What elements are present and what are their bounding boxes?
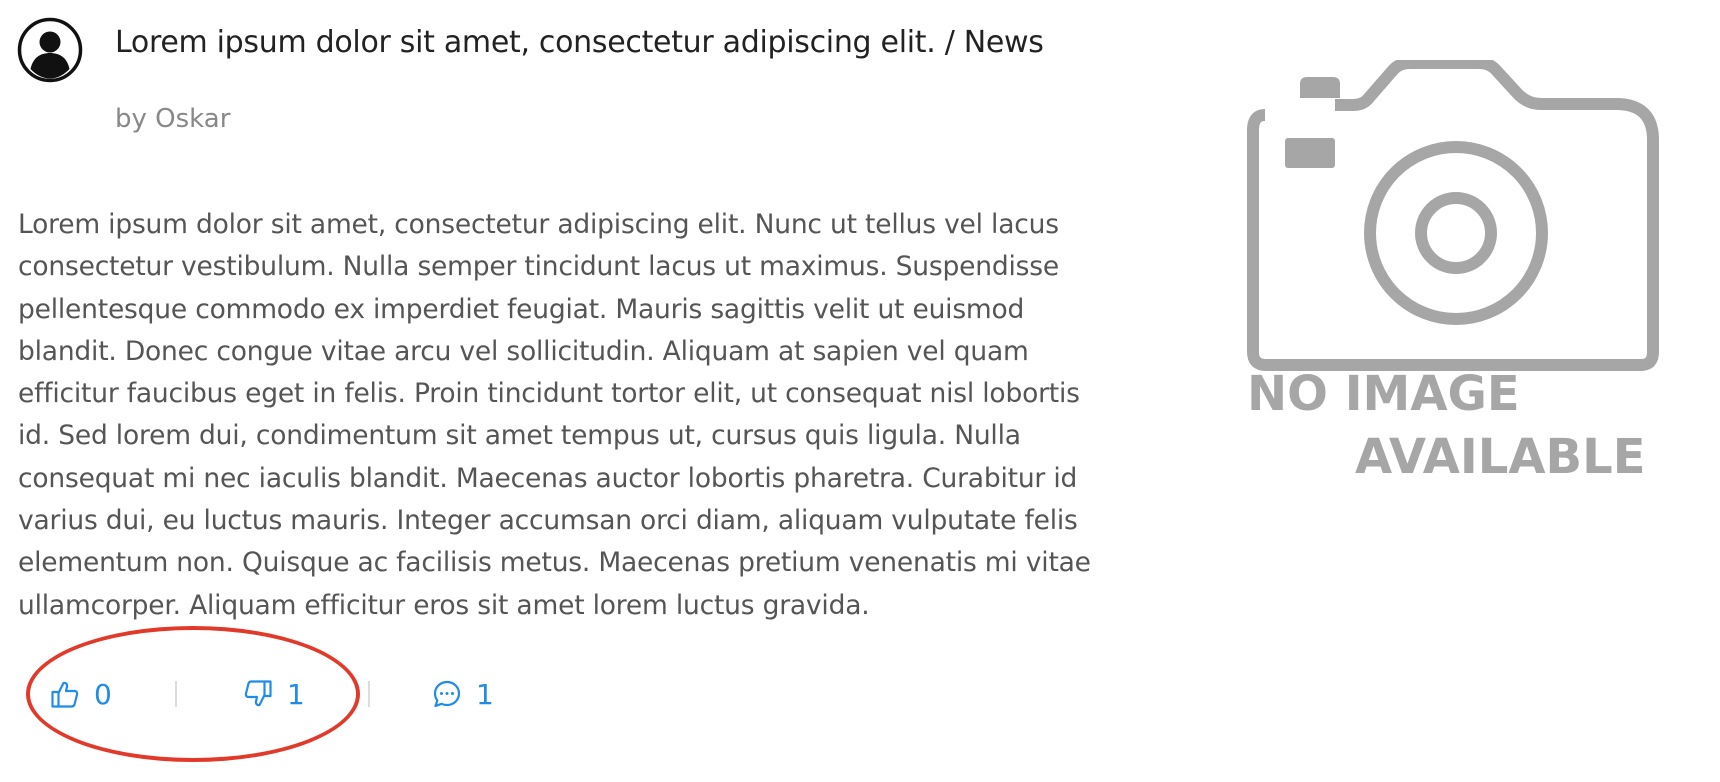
no-image-line1: NO IMAGE [1247,366,1520,422]
divider [368,681,370,707]
no-image-line2: AVAILABLE [1355,429,1645,485]
post-author: by Oskar [115,104,231,134]
highlight-ellipse [26,626,360,762]
no-image-placeholder: NO IMAGE AVAILABLE [1247,60,1659,485]
comment-count: 1 [476,677,494,711]
post-title[interactable]: Lorem ipsum dolor sit amet, consectetur … [115,25,1044,60]
post-body: Lorem ipsum dolor sit amet, consectetur … [18,209,1091,621]
comment-bubble-icon [433,680,461,708]
avatar-icon[interactable] [17,17,83,83]
comments-button[interactable]: 1 [432,678,494,711]
